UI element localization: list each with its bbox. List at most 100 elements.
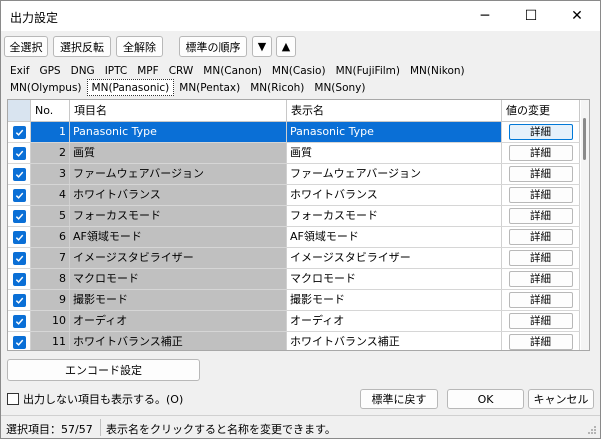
tab-mn-ricoh[interactable]: MN(Ricoh) bbox=[245, 79, 309, 96]
tab-iptc[interactable]: IPTC bbox=[100, 62, 133, 79]
tab-mn-nikon[interactable]: MN(Nikon) bbox=[405, 62, 470, 79]
checkbox-checked-icon[interactable] bbox=[12, 125, 26, 139]
tab-mn-pentax[interactable]: MN(Pentax) bbox=[174, 79, 245, 96]
tab-mn-olympus[interactable]: MN(Olympus) bbox=[5, 79, 87, 96]
row-checkbox-cell[interactable] bbox=[8, 332, 31, 350]
detail-button[interactable]: 詳細 bbox=[508, 145, 573, 161]
row-display-name[interactable]: オーディオ bbox=[287, 311, 502, 331]
row-value-cell: 詳細 bbox=[502, 227, 580, 247]
tab-gps[interactable]: GPS bbox=[34, 62, 65, 79]
detail-button[interactable]: 詳細 bbox=[508, 124, 573, 140]
row-checkbox-cell[interactable] bbox=[8, 269, 31, 289]
row-display-name[interactable]: ホワイトバランス補正 bbox=[287, 332, 502, 350]
row-checkbox-cell[interactable] bbox=[8, 248, 31, 268]
deselect-all-button[interactable]: 全解除 bbox=[116, 36, 163, 57]
row-checkbox-cell[interactable] bbox=[8, 206, 31, 226]
table-row[interactable]: 11 ホワイトバランス補正 ホワイトバランス補正 詳細 bbox=[8, 332, 580, 350]
status-bar: 選択項目：57/57 表示名をクリックすると名称を変更できます。 bbox=[1, 415, 600, 438]
tab-exif[interactable]: Exif bbox=[5, 62, 34, 79]
row-display-name[interactable]: AF領域モード bbox=[287, 227, 502, 247]
checkbox-checked-icon[interactable] bbox=[12, 314, 26, 328]
row-value-cell: 詳細 bbox=[502, 143, 580, 163]
row-display-name[interactable]: Panasonic Type bbox=[287, 122, 502, 142]
close-button[interactable]: ✕ bbox=[554, 1, 600, 31]
ok-button[interactable]: OK bbox=[447, 389, 524, 409]
row-display-name[interactable]: 画質 bbox=[287, 143, 502, 163]
cancel-button[interactable]: キャンセル bbox=[528, 389, 594, 409]
checkbox-checked-icon[interactable] bbox=[12, 188, 26, 202]
row-display-name[interactable]: イメージスタビライザー bbox=[287, 248, 502, 268]
detail-button[interactable]: 詳細 bbox=[508, 292, 573, 308]
scrollbar-thumb[interactable] bbox=[583, 118, 586, 160]
checkbox-checked-icon[interactable] bbox=[12, 209, 26, 223]
tab-crw[interactable]: CRW bbox=[164, 62, 199, 79]
row-checkbox-cell[interactable] bbox=[8, 227, 31, 247]
table-row[interactable]: 3 ファームウェアバージョン ファームウェアバージョン 詳細 bbox=[8, 164, 580, 185]
checkbox-checked-icon[interactable] bbox=[12, 335, 26, 349]
detail-button[interactable]: 詳細 bbox=[508, 187, 573, 203]
detail-button[interactable]: 詳細 bbox=[508, 271, 573, 287]
row-item-name: 撮影モード bbox=[70, 290, 287, 310]
standard-order-button[interactable]: 標準の順序 bbox=[179, 36, 247, 57]
invert-selection-button[interactable]: 選択反転 bbox=[53, 36, 111, 57]
table-row[interactable]: 10 オーディオ オーディオ 詳細 bbox=[8, 311, 580, 332]
row-checkbox-cell[interactable] bbox=[8, 164, 31, 184]
table-row[interactable]: 6 AF領域モード AF領域モード 詳細 bbox=[8, 227, 580, 248]
header-no[interactable]: No. bbox=[31, 100, 70, 121]
row-display-name[interactable]: ホワイトバランス bbox=[287, 185, 502, 205]
move-down-button[interactable]: ▼ bbox=[252, 36, 272, 57]
maximize-button[interactable]: ☐ bbox=[508, 1, 554, 31]
checkbox-checked-icon[interactable] bbox=[12, 146, 26, 160]
header-item-name[interactable]: 項目名 bbox=[70, 100, 287, 121]
row-checkbox-cell[interactable] bbox=[8, 185, 31, 205]
detail-button[interactable]: 詳細 bbox=[508, 313, 573, 329]
row-item-name: ファームウェアバージョン bbox=[70, 164, 287, 184]
row-checkbox-cell[interactable] bbox=[8, 143, 31, 163]
tab-mn-casio[interactable]: MN(Casio) bbox=[267, 62, 331, 79]
reset-default-button[interactable]: 標準に戻す bbox=[360, 389, 438, 409]
header-value-change[interactable]: 値の変更 bbox=[502, 100, 580, 121]
row-display-name[interactable]: ファームウェアバージョン bbox=[287, 164, 502, 184]
tab-dng[interactable]: DNG bbox=[66, 62, 100, 79]
tab-mn-sony[interactable]: MN(Sony) bbox=[309, 79, 370, 96]
table-row[interactable]: 4 ホワイトバランス ホワイトバランス 詳細 bbox=[8, 185, 580, 206]
checkbox-checked-icon[interactable] bbox=[12, 293, 26, 307]
table-row[interactable]: 1 Panasonic Type Panasonic Type 詳細 bbox=[8, 122, 580, 143]
checkbox-checked-icon[interactable] bbox=[12, 167, 26, 181]
detail-button[interactable]: 詳細 bbox=[508, 166, 573, 182]
table-row[interactable]: 7 イメージスタビライザー イメージスタビライザー 詳細 bbox=[8, 248, 580, 269]
resize-grip-icon[interactable] bbox=[587, 425, 597, 435]
minimize-button[interactable]: ─ bbox=[462, 1, 508, 31]
checkbox-checked-icon[interactable] bbox=[12, 230, 26, 244]
row-checkbox-cell[interactable] bbox=[8, 311, 31, 331]
show-hidden-checkbox[interactable] bbox=[7, 393, 19, 405]
vertical-scrollbar[interactable] bbox=[581, 100, 589, 350]
table-row[interactable]: 9 撮影モード 撮影モード 詳細 bbox=[8, 290, 580, 311]
show-hidden-option[interactable]: 出力しない項目も表示する。(O) bbox=[7, 391, 183, 407]
detail-button[interactable]: 詳細 bbox=[508, 229, 573, 245]
row-checkbox-cell[interactable] bbox=[8, 122, 31, 142]
row-checkbox-cell[interactable] bbox=[8, 290, 31, 310]
table-row[interactable]: 8 マクロモード マクロモード 詳細 bbox=[8, 269, 580, 290]
detail-button[interactable]: 詳細 bbox=[508, 250, 573, 266]
table-row[interactable]: 2 画質 画質 詳細 bbox=[8, 143, 580, 164]
header-check-column[interactable] bbox=[8, 100, 31, 121]
row-number: 7 bbox=[31, 248, 70, 268]
detail-button[interactable]: 詳細 bbox=[508, 208, 573, 224]
select-all-button[interactable]: 全選択 bbox=[4, 36, 48, 57]
row-display-name[interactable]: フォーカスモード bbox=[287, 206, 502, 226]
checkbox-checked-icon[interactable] bbox=[12, 272, 26, 286]
tab-row-1: Exif GPS DNG IPTC MPF CRW MN(Canon) MN(Casio) MN… bbox=[5, 62, 470, 79]
checkbox-checked-icon[interactable] bbox=[12, 251, 26, 265]
tab-mpf[interactable]: MPF bbox=[132, 62, 163, 79]
header-display-name[interactable]: 表示名 bbox=[287, 100, 502, 121]
table-row[interactable]: 5 フォーカスモード フォーカスモード 詳細 bbox=[8, 206, 580, 227]
tab-mn-panasonic[interactable]: MN(Panasonic) bbox=[86, 79, 175, 96]
tab-mn-fujifilm[interactable]: MN(FujiFilm) bbox=[331, 62, 405, 79]
row-display-name[interactable]: 撮影モード bbox=[287, 290, 502, 310]
move-up-button[interactable]: ▲ bbox=[276, 36, 296, 57]
tab-mn-canon[interactable]: MN(Canon) bbox=[198, 62, 267, 79]
encode-settings-button[interactable]: エンコード設定 bbox=[7, 359, 200, 381]
row-display-name[interactable]: マクロモード bbox=[287, 269, 502, 289]
detail-button[interactable]: 詳細 bbox=[508, 334, 573, 350]
